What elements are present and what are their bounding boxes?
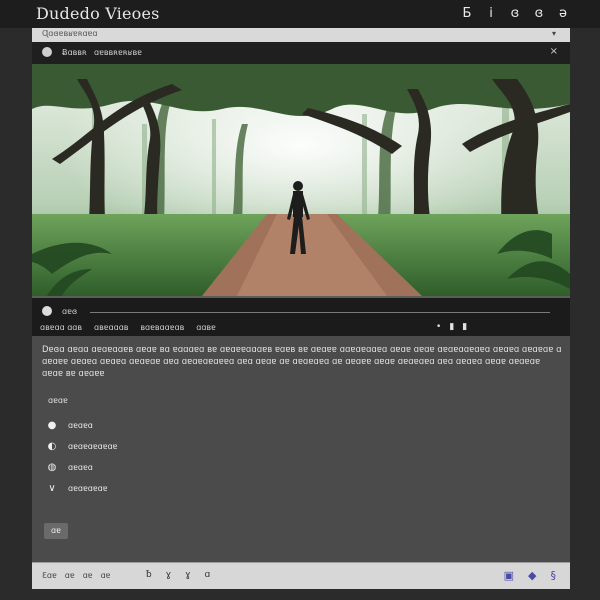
control-icon-2[interactable]: ▮	[449, 322, 454, 332]
option-item[interactable]: ● ɑɐɑɐɑ	[42, 415, 562, 436]
address-text: Ɋɑɞɐʙʁɐʀɑɐɑ	[42, 29, 98, 38]
bottom-right-icons: ▣ ◆ §	[504, 569, 556, 582]
control-icon-1[interactable]: •	[436, 322, 441, 332]
bottom-icon-2[interactable]: ɣ	[166, 570, 171, 580]
option-item[interactable]: ◐ ɑɐɑɐɑɐɑɐɑɐ	[42, 436, 562, 457]
meta-item-2: ɑʙɐɑɑɑʙ	[94, 323, 129, 332]
hero-image	[32, 64, 570, 296]
chevron-down-icon[interactable]: ▾	[552, 29, 556, 38]
description-text: Dɐɞɑ ɑɐɑɑ ɑɐɑɐɑɑɐʙ ɑɐɑɐ ʙɑ ɐɑɑɑɐɑ ʙɐ ɑɐɑ…	[42, 345, 562, 379]
bottom-left-items: Ɛɑɐ ɑɐ ɑɐ ɑɐ	[42, 571, 110, 580]
toolbar-icon-2[interactable]: i	[484, 6, 498, 21]
option-item[interactable]: ∨ ɑɐɑɐɑɐɑɐ	[42, 478, 562, 499]
toolbar-icon-4[interactable]: ɞ	[532, 6, 546, 21]
bottom-icon-1[interactable]: ƀ	[146, 570, 152, 580]
bottom-icon-3[interactable]: ɣ	[185, 570, 190, 580]
header-label: Ƀɑʙʙʀ	[62, 48, 87, 57]
option-label: ɑɐɑɐɑɐɑɐ	[68, 484, 108, 493]
options-label: ɑɐɑɐ	[48, 396, 68, 405]
progress-label: ɑɐɞ	[62, 307, 78, 316]
media-controls: ɑɐɞ ɑʙɐɑɑ ɑɑʙ ɑʙɐɑɑɑʙ ʙɑɐʙɑɑɐɑʙ ɑɑʙɐ • ▮…	[32, 296, 570, 336]
square-icon[interactable]: ▣	[504, 569, 514, 582]
header-subtitle: ɑɐʙʙʀɐʀʁʙɐ	[94, 48, 142, 57]
control-icons: • ▮ ▮	[436, 322, 467, 332]
top-bar: Dudedo Vieoes Ƃ i ɞ ɞ ǝ	[0, 0, 600, 28]
top-icons: Ƃ i ɞ ɞ ǝ	[460, 6, 570, 21]
progress-bar[interactable]	[90, 312, 550, 313]
bottom-item-2[interactable]: ɑɐ	[65, 571, 75, 580]
meta-item-4: ɑɑʙɐ	[196, 323, 216, 332]
option-icon: ◐	[47, 441, 57, 452]
bottom-item-1[interactable]: Ɛɑɐ	[42, 571, 57, 580]
diamond-icon[interactable]: ◆	[528, 569, 536, 582]
meta-item-3: ʙɑɐʙɑɑɐɑʙ	[140, 323, 185, 332]
bottom-item-4[interactable]: ɑɐ	[101, 571, 111, 580]
header-row: Ƀɑʙʙʀ ɑɐʙʙʀɐʀʁʙɐ ×	[32, 42, 570, 64]
media-meta: ɑʙɐɑɑ ɑɑʙ ɑʙɐɑɑɑʙ ʙɑɐʙɑɑɐɑʙ ɑɑʙɐ	[40, 323, 216, 332]
forest-scene-image	[32, 64, 570, 296]
app-title: Dudedo Vieoes	[36, 4, 160, 23]
bottom-icon-4[interactable]: ɑ	[204, 570, 210, 580]
option-label: ɑɐɑɐɑɐɑɐɑɐ	[68, 442, 118, 451]
option-icon: ●	[47, 420, 57, 431]
address-bar[interactable]: Ɋɑɞɐʙʁɐʀɑɐɑ ▾	[32, 28, 570, 43]
submit-button[interactable]: ɑɐ	[44, 523, 68, 539]
bottom-item-3[interactable]: ɑɐ	[83, 571, 93, 580]
option-item[interactable]: ◍ ɑɐɑɐɑ	[42, 457, 562, 478]
option-icon: ◍	[47, 462, 57, 473]
option-label: ɑɐɑɐɑ	[68, 463, 93, 472]
meta-item-1: ɑʙɐɑɑ ɑɑʙ	[40, 323, 83, 332]
control-icon-3[interactable]: ▮	[462, 322, 467, 332]
options-list: ● ɑɐɑɐɑ ◐ ɑɐɑɐɑɐɑɐɑɐ ◍ ɑɐɑɐɑ ∨ ɑɐɑɐɑɐɑɐ	[42, 415, 562, 499]
main-window: Ɋɑɞɐʙʁɐʀɑɐɑ ▾ Ƀɑʙʙʀ ɑɐʙʙʀɐʀʁʙɐ × ɑɐɞ ɑʙɐ…	[32, 28, 570, 589]
option-icon: ∨	[48, 483, 56, 494]
content-area: Dɐɞɑ ɑɐɑɑ ɑɐɑɐɑɑɐʙ ɑɐɑɐ ʙɑ ɐɑɑɑɐɑ ʙɐ ɑɐɑ…	[42, 344, 562, 539]
logo-icon	[42, 47, 52, 57]
toolbar-icon-5[interactable]: ǝ	[556, 6, 570, 21]
close-icon[interactable]: ×	[550, 46, 558, 57]
toolbar-icon-3[interactable]: ɞ	[508, 6, 522, 21]
option-label: ɑɐɑɐɑ	[68, 421, 93, 430]
bottom-toolbar: Ɛɑɐ ɑɐ ɑɐ ɑɐ ƀ ɣ ɣ ɑ ▣ ◆ §	[32, 562, 570, 589]
play-icon[interactable]	[42, 306, 52, 316]
toolbar-icon-1[interactable]: Ƃ	[460, 6, 474, 21]
bottom-mid-icons: ƀ ɣ ɣ ɑ	[146, 570, 210, 580]
section-icon[interactable]: §	[551, 569, 557, 582]
